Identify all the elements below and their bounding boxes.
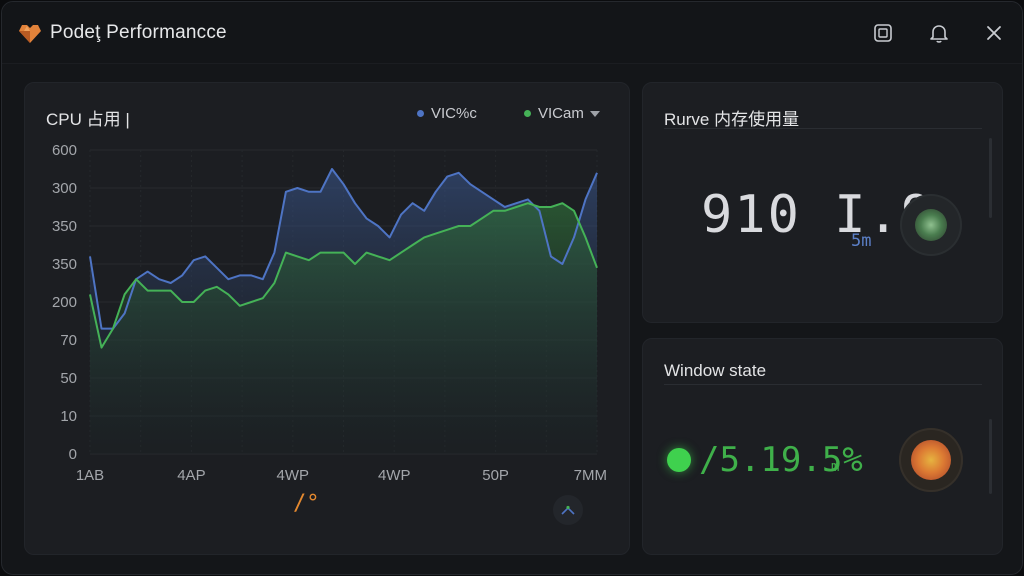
y-tick-label: 600 xyxy=(52,142,77,159)
x-tick-label: 7MM xyxy=(574,467,607,484)
window-state-unit: m xyxy=(831,459,840,475)
x-tick-label: 50P xyxy=(482,467,509,484)
window-state-scrollbar[interactable] xyxy=(989,419,992,494)
screenshot-icon xyxy=(874,24,892,42)
screenshot-button[interactable] xyxy=(868,18,898,48)
cpu-usage-card: CPU 占用 | VIC%c VICam 600 300 350 350 200… xyxy=(24,82,630,555)
chart-footer-mark: /° xyxy=(293,491,320,516)
y-tick-label: 10 xyxy=(60,408,77,425)
memory-gauge xyxy=(900,194,962,256)
app-title: Podeţ Performancce xyxy=(50,22,227,43)
y-tick-label: 200 xyxy=(52,294,77,311)
x-tick-label: 4WP xyxy=(378,467,411,484)
divider xyxy=(664,384,982,385)
status-indicator-icon xyxy=(667,448,691,472)
y-tick-label: 0 xyxy=(69,446,77,463)
window-state-card: Window state /5.19.5% m xyxy=(642,338,1003,555)
divider xyxy=(664,128,982,129)
notifications-button[interactable] xyxy=(924,18,954,48)
memory-card-title: Rurve 内存使用量 xyxy=(664,110,800,129)
x-tick-label: 1AB xyxy=(76,467,104,484)
close-icon xyxy=(987,26,1001,40)
app-window: Podeţ Performancce CPU 占用 | VIC%c VICam … xyxy=(1,1,1023,575)
y-tick-label: 70 xyxy=(60,332,77,349)
memory-usage-card: Rurve 内存使用量 910 I.9. 5m xyxy=(642,82,1003,323)
chart-toggle-button[interactable] xyxy=(553,495,583,525)
bell-icon xyxy=(930,25,948,43)
memory-unit: 5m xyxy=(851,231,872,251)
y-tick-label: 300 xyxy=(52,180,77,197)
window-state-title: Window state xyxy=(664,361,767,380)
y-tick-label: 50 xyxy=(60,370,77,387)
chevron-up-icon xyxy=(561,505,575,515)
x-tick-label: 4AP xyxy=(177,467,205,484)
app-logo-icon xyxy=(19,25,41,43)
memory-gauge-indicator-icon xyxy=(915,209,947,241)
window-state-indicator-icon xyxy=(911,440,951,480)
cpu-usage-chart: 600 300 350 350 200 70 50 10 0 1AB 4AP 4WP 4WP 50P 7MM xyxy=(52,142,607,484)
title-bar: Podeţ Performancce xyxy=(2,2,1022,64)
x-tick-label: 4WP xyxy=(277,467,310,484)
close-button[interactable] xyxy=(979,18,1009,48)
y-tick-label: 350 xyxy=(52,256,77,273)
window-state-gauge xyxy=(899,428,963,492)
y-tick-label: 350 xyxy=(52,218,77,235)
memory-scrollbar[interactable] xyxy=(989,138,992,218)
